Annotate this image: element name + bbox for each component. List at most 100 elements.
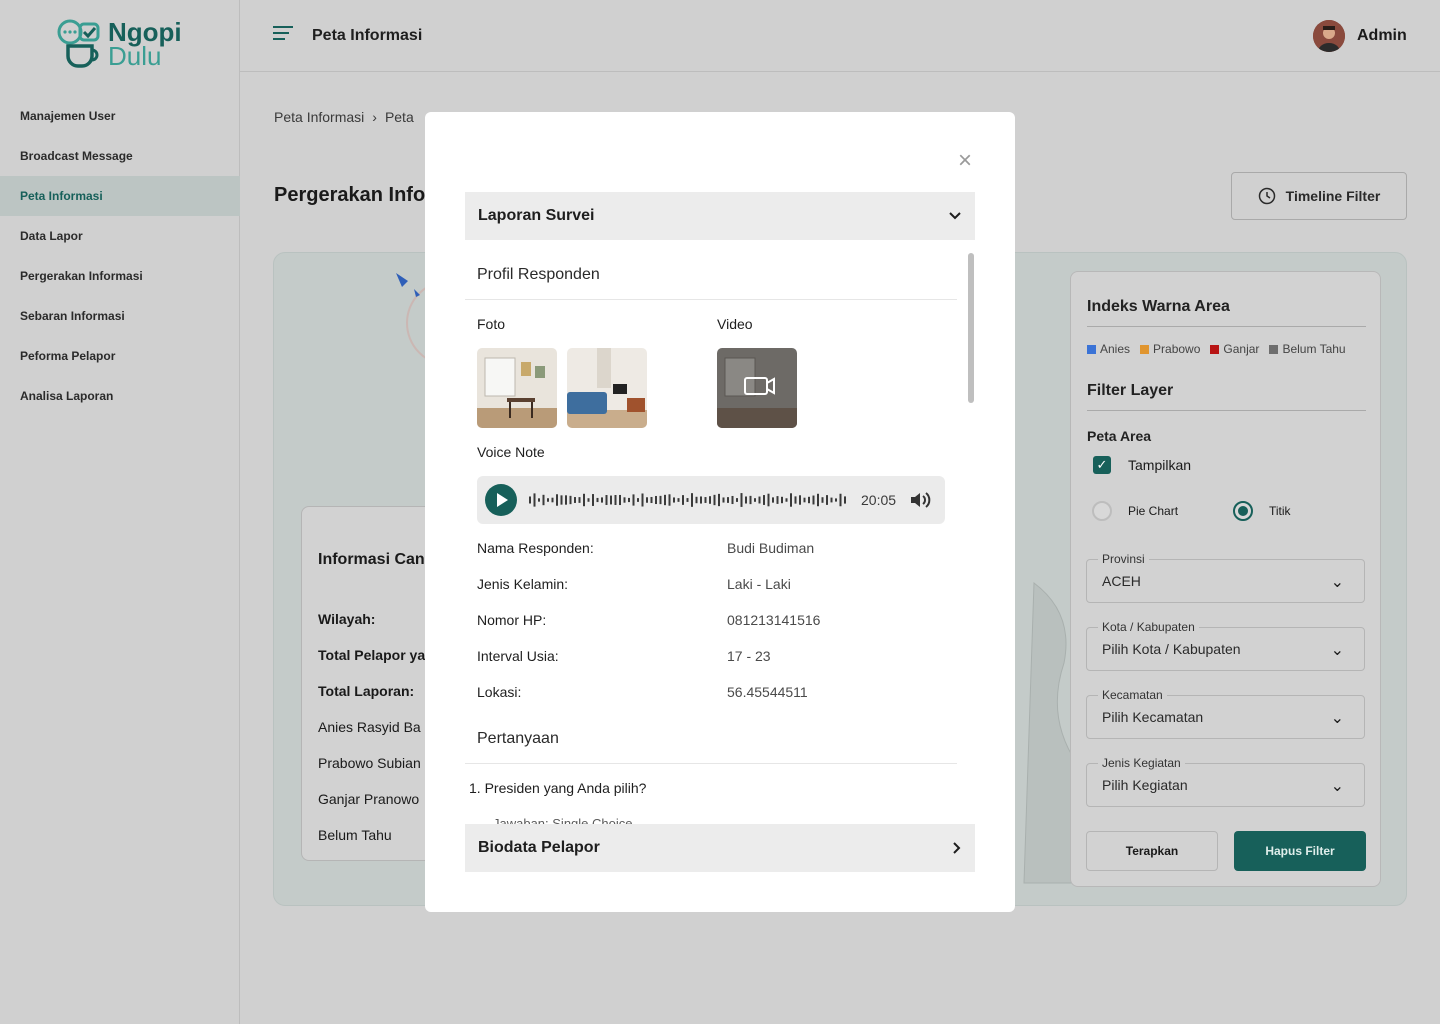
pertanyaan-title: Pertanyaan [477,730,559,747]
top-header: Peta Informasi Admin [240,0,1440,72]
waveform-icon[interactable] [529,490,849,510]
divider [1087,326,1366,327]
sidebar-item-peta-informasi[interactable]: Peta Informasi [0,176,240,216]
survey-content[interactable]: Profil Responden Foto Video Voice Note 2… [465,240,975,824]
accordion-title: Laporan Survei [478,207,595,224]
tampilkan-checkbox[interactable]: ✓ [1093,456,1111,474]
info-row-total-laporan: Total Laporan: [318,683,415,699]
field-value: Budi Budiman [727,540,815,556]
info-card-title: Informasi Can [318,551,425,568]
sidebar: Ngopi Dulu Manajemen User Broadcast Mess… [0,0,240,1024]
sidebar-item-analisa-laporan[interactable]: Analisa Laporan [0,376,240,416]
breadcrumb-item-peta-informasi[interactable]: Peta Informasi [274,109,364,125]
accordion-laporan-survei[interactable]: Laporan Survei [465,192,975,240]
kecamatan-label: Kecamatan [1098,688,1167,702]
question-1: 1. Presiden yang Anda pilih? [469,780,647,796]
provinsi-label: Provinsi [1098,552,1149,566]
chevron-right-icon [953,842,961,854]
info-row-ganjar: Ganjar Pranowo [318,791,420,807]
hapus-filter-button[interactable]: Hapus Filter [1234,831,1366,871]
provinsi-value: ACEH [1102,573,1141,589]
chevron-down-icon: ⌄ [1330,710,1344,727]
breadcrumb: Peta Informasi › Peta [274,109,414,125]
sidebar-item-manajemen-user[interactable]: Manajemen User [0,96,240,136]
header-title: Peta Informasi [312,27,423,44]
timeline-filter-label: Timeline Filter [1285,188,1381,204]
info-row-total-pelapor: Total Pelapor ya [318,647,426,663]
info-row-belum-tahu: Belum Tahu [318,827,392,843]
field-value: Laki - Laki [727,576,791,592]
play-icon[interactable] [485,484,517,516]
field-key: Nama Responden: [477,540,594,556]
voice-note-player: 20:05 [477,476,945,524]
video-label: Video [717,316,753,332]
scrollbar[interactable] [968,253,974,403]
field-key: Interval Usia: [477,648,559,664]
voice-duration: 20:05 [861,492,897,508]
photo-thumbnail[interactable] [567,348,647,428]
color-legend: Anies Prabowo Ganjar Belum Tahu [1087,342,1346,356]
sidebar-item-sebaran-informasi[interactable]: Sebaran Informasi [0,296,240,336]
kegiatan-select[interactable]: Jenis Kegiatan Pilih Kegiatan ⌄ [1086,756,1365,807]
sidebar-nav: Manajemen User Broadcast Message Peta In… [0,96,240,416]
breadcrumb-item-current: Peta [384,109,414,125]
accordion-title: Biodata Pelapor [478,839,600,856]
field-key: Lokasi: [477,684,522,700]
divider [1087,410,1366,411]
legend-item: Anies [1087,342,1130,356]
pie-chart-label: Pie Chart [1128,504,1179,518]
field-key: Nomor HP: [477,612,547,628]
provinsi-select[interactable]: Provinsi ACEH ⌄ [1086,552,1365,603]
field-value: 17 - 23 [727,648,771,664]
sidebar-item-pergerakan-informasi[interactable]: Pergerakan Informasi [0,256,240,296]
kota-label: Kota / Kabupaten [1098,620,1199,634]
chevron-down-icon [949,212,961,220]
menu-icon[interactable] [273,26,295,46]
chevron-right-icon: › [372,109,377,125]
divider [465,763,957,764]
titik-label: Titik [1269,504,1291,518]
logo-cup-icon [57,19,100,68]
user-name[interactable]: Admin [1357,27,1407,45]
kecamatan-value: Pilih Kecamatan [1102,709,1204,725]
kota-select[interactable]: Kota / Kabupaten Pilih Kota / Kabupaten … [1086,620,1365,671]
kegiatan-label: Jenis Kegiatan [1098,756,1185,770]
sidebar-item-broadcast-message[interactable]: Broadcast Message [0,136,240,176]
legend-item: Ganjar [1210,342,1259,356]
avatar[interactable] [1313,20,1345,52]
accordion-biodata-pelapor[interactable]: Biodata Pelapor [465,824,975,872]
kegiatan-value: Pilih Kegiatan [1102,777,1188,793]
sidebar-item-data-lapor[interactable]: Data Lapor [0,216,240,256]
chevron-down-icon: ⌄ [1330,642,1344,659]
logo-line2: Dulu [108,41,162,71]
profil-title: Profil Responden [477,266,600,283]
kota-value: Pilih Kota / Kabupaten [1102,641,1241,657]
field-value: 081213141516 [727,612,821,628]
titik-radio[interactable] [1233,501,1253,521]
photo-thumbnail[interactable] [477,348,557,428]
filter-panel: Indeks Warna Area Anies Prabowo Ganjar B… [1070,271,1381,887]
filter-layer-title: Filter Layer [1087,382,1174,399]
info-row-prabowo: Prabowo Subian [318,755,421,771]
legend-item: Prabowo [1140,342,1200,356]
pie-chart-radio[interactable] [1092,501,1112,521]
chevron-down-icon: ⌄ [1330,574,1344,591]
kecamatan-select[interactable]: Kecamatan Pilih Kecamatan ⌄ [1086,688,1365,739]
clock-icon [1258,187,1275,205]
video-thumbnail[interactable] [717,348,797,428]
volume-icon[interactable] [909,490,931,510]
logo[interactable]: Ngopi Dulu [56,18,196,72]
terapkan-button[interactable]: Terapkan [1086,831,1218,871]
close-icon[interactable]: × [955,149,975,173]
report-modal: × Laporan Survei Profil Responden Foto V… [425,112,1015,912]
tampilkan-label: Tampilkan [1128,457,1192,473]
logo-text: Ngopi Dulu [108,19,182,71]
info-row-anies: Anies Rasyid Ba [318,719,421,735]
question-1-type: Jawaban: Single Choice [493,816,633,824]
foto-label: Foto [477,316,506,332]
page-title: Pergerakan Info [274,184,426,206]
timeline-filter-button[interactable]: Timeline Filter [1231,172,1407,220]
chevron-down-icon: ⌄ [1330,778,1344,795]
voice-note-label: Voice Note [477,444,545,460]
sidebar-item-peforma-pelapor[interactable]: Peforma Pelapor [0,336,240,376]
